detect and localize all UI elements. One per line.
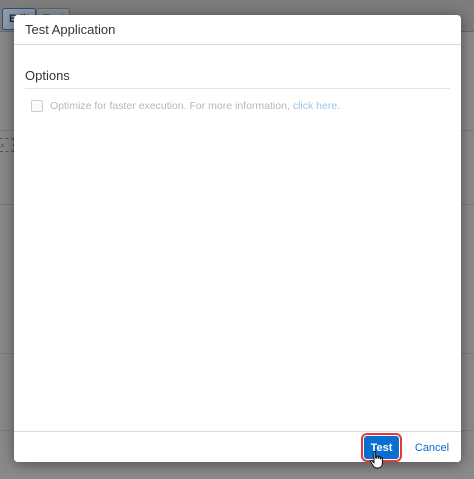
dialog-header: Test Application (14, 15, 461, 45)
optimize-option-row: Optimize for faster execution. For more … (31, 100, 450, 112)
click-here-link[interactable]: click here. (293, 100, 340, 112)
hand-cursor-icon (370, 451, 383, 469)
optimize-checkbox[interactable] (31, 100, 43, 112)
optimize-option-label: Optimize for faster execution. For more … (50, 100, 290, 112)
dialog-body: Options Optimize for faster execution. F… (14, 45, 461, 431)
test-application-dialog: Test Application Options Optimize for fa… (14, 15, 461, 462)
options-section-title: Options (25, 68, 450, 89)
dialog-footer: Test Cancel (14, 431, 461, 462)
dialog-title: Test Application (25, 22, 116, 37)
cancel-button[interactable]: Cancel (411, 436, 453, 459)
